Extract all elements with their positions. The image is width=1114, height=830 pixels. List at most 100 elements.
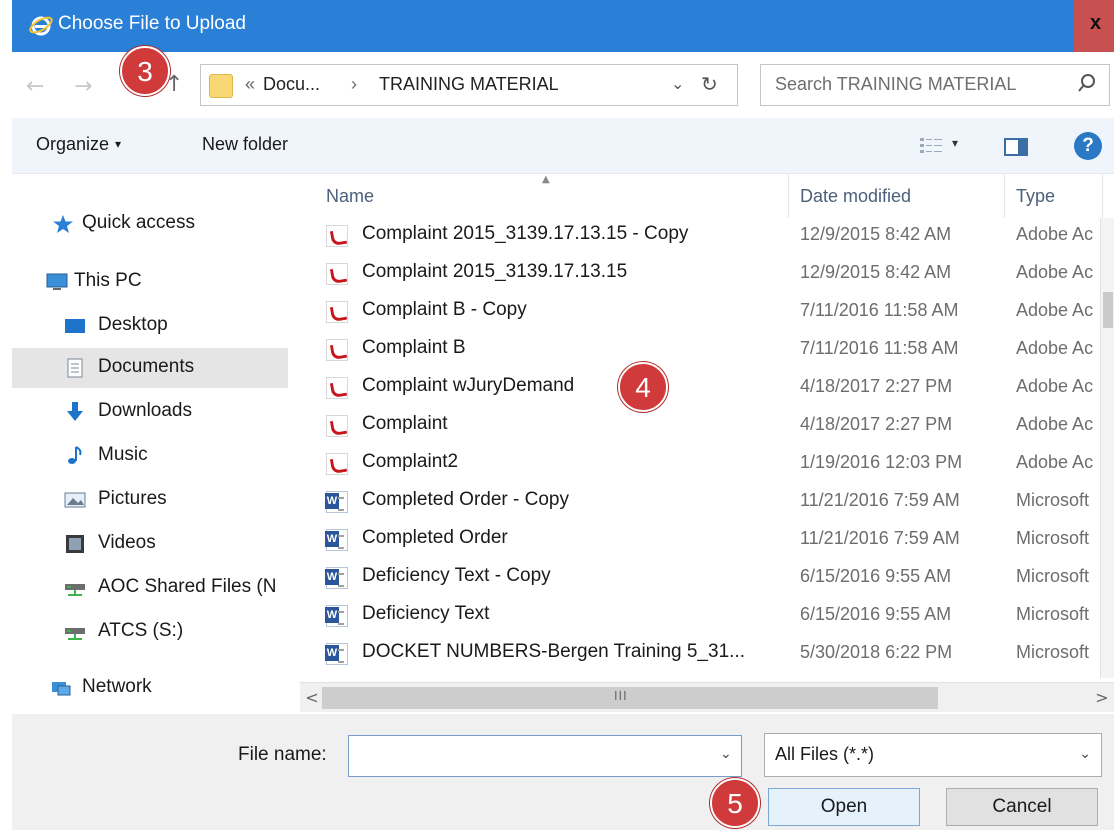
- nav-item-quick-access[interactable]: Quick access: [12, 204, 288, 244]
- nav-item-network[interactable]: Network: [12, 668, 288, 708]
- step-3-callout: 3: [120, 46, 170, 96]
- file-date: 4/18/2017 2:27 PM: [800, 414, 953, 434]
- nav-item-desktop[interactable]: Desktop: [12, 306, 288, 346]
- column-date-modified[interactable]: Date modified: [800, 186, 911, 207]
- column-divider[interactable]: [1004, 174, 1005, 218]
- file-date: 7/11/2016 11:58 AM: [800, 338, 959, 358]
- file-row[interactable]: Complaint2 1/19/2016 12:03 PM Adobe Ac: [292, 444, 1114, 482]
- file-name: Complaint wJuryDemand: [362, 375, 575, 396]
- file-date: 7/11/2016 11:58 AM: [800, 300, 959, 320]
- file-row[interactable]: Deficiency Text - Copy 6/15/2016 9:55 AM…: [292, 558, 1114, 596]
- pdf-file-icon: [326, 263, 348, 285]
- documents-icon: [67, 358, 83, 378]
- file-type-filter[interactable]: All Files (*.*) ⌄: [764, 733, 1102, 777]
- vertical-scrollbar[interactable]: [1100, 218, 1114, 678]
- cancel-button[interactable]: Cancel: [946, 788, 1098, 826]
- breadcrumb-documents[interactable]: Docu...: [263, 74, 320, 95]
- music-icon: [68, 446, 82, 464]
- file-type: Adobe Ac: [1016, 452, 1094, 472]
- vertical-scroll-thumb[interactable]: [1103, 292, 1113, 328]
- file-row[interactable]: Complaint B 7/11/2016 11:58 AM Adobe Ac: [292, 330, 1114, 368]
- scroll-left-button[interactable]: <: [302, 688, 322, 708]
- nav-label: Quick access: [82, 212, 195, 233]
- nav-item-videos[interactable]: Videos: [12, 524, 288, 564]
- file-row[interactable]: Complaint 2015_3139.17.13.15 12/9/2015 8…: [292, 254, 1114, 292]
- file-name-input[interactable]: [348, 735, 742, 777]
- address-bar[interactable]: « Docu... › TRAINING MATERIAL ⌄ ↻: [200, 64, 738, 106]
- column-divider[interactable]: [1102, 174, 1103, 218]
- internet-explorer-icon: [29, 16, 53, 36]
- forward-button[interactable]: →: [74, 74, 92, 99]
- organize-label: Organize: [36, 134, 110, 154]
- search-placeholder: Search TRAINING MATERIAL: [775, 74, 1017, 94]
- address-dropdown-icon[interactable]: ⌄: [671, 74, 684, 93]
- file-row[interactable]: Completed Order 11/21/2016 7:59 AM Micro…: [292, 520, 1114, 558]
- network-drive-icon: [65, 628, 85, 640]
- nav-label: Desktop: [98, 314, 168, 335]
- nav-label: ATCS (S:): [98, 620, 184, 641]
- open-button[interactable]: Open: [768, 788, 920, 826]
- nav-item-music[interactable]: Music: [12, 436, 288, 476]
- file-row[interactable]: Complaint 4/18/2017 2:27 PM Adobe Ac: [292, 406, 1114, 444]
- new-folder-button[interactable]: New folder: [202, 134, 288, 155]
- file-name: Completed Order - Copy: [362, 489, 569, 510]
- file-name-dropdown-icon[interactable]: ⌄: [720, 746, 732, 762]
- horizontal-scrollbar[interactable]: < III >: [300, 682, 1114, 712]
- nav-label: Documents: [98, 356, 195, 377]
- file-type: Microsoft: [1016, 604, 1090, 624]
- back-button[interactable]: ←: [26, 74, 44, 99]
- dialog-footer: File name: ⌄ All Files (*.*) ⌄ Open Canc…: [12, 714, 1114, 830]
- file-row[interactable]: Completed Order - Copy 11/21/2016 7:59 A…: [292, 482, 1114, 520]
- nav-item-pictures[interactable]: Pictures: [12, 480, 288, 520]
- file-name: Complaint 2015_3139.17.13.15: [362, 261, 628, 282]
- nav-item-atcs[interactable]: ATCS (S:): [12, 612, 288, 652]
- file-row[interactable]: Complaint 2015_3139.17.13.15 - Copy 12/9…: [292, 216, 1114, 254]
- breadcrumb-prefix[interactable]: «: [245, 74, 255, 95]
- organize-menu[interactable]: Organize ▾: [36, 134, 121, 155]
- file-type: Adobe Ac: [1016, 376, 1094, 396]
- search-icon[interactable]: [1077, 72, 1097, 94]
- nav-label: This PC: [74, 270, 142, 291]
- command-toolbar: Organize ▾ New folder ▾ ?: [12, 118, 1114, 174]
- column-divider[interactable]: [788, 174, 789, 218]
- file-name: DOCKET NUMBERS-Bergen Training 5_31...: [362, 641, 745, 662]
- pdf-file-icon: [326, 453, 348, 475]
- view-options-icon[interactable]: [920, 137, 944, 155]
- step-4-callout: 4: [618, 362, 668, 412]
- preview-pane-icon[interactable]: [1004, 138, 1028, 156]
- breadcrumb-training-material[interactable]: TRAINING MATERIAL: [379, 74, 559, 95]
- file-type: Microsoft: [1016, 566, 1090, 586]
- nav-label: Pictures: [98, 488, 167, 509]
- help-icon[interactable]: ?: [1074, 132, 1102, 160]
- file-date: 6/15/2016 9:55 AM: [800, 566, 952, 586]
- word-file-icon: [325, 491, 348, 513]
- chevron-down-icon: ▾: [115, 137, 122, 151]
- nav-item-aoc-shared-files[interactable]: AOC Shared Files (N: [12, 568, 288, 608]
- file-date: 12/9/2015 8:42 AM: [800, 262, 952, 282]
- file-row[interactable]: DOCKET NUMBERS-Bergen Training 5_31... 5…: [292, 634, 1114, 672]
- file-type: Adobe Ac: [1016, 414, 1094, 434]
- nav-label: Videos: [98, 532, 156, 553]
- nav-label: Network: [82, 676, 152, 697]
- nav-item-documents[interactable]: Documents: [12, 348, 288, 388]
- pdf-file-icon: [326, 225, 348, 247]
- file-row[interactable]: Deficiency Text 6/15/2016 9:55 AM Micros…: [292, 596, 1114, 634]
- file-name: Complaint: [362, 413, 448, 434]
- desktop-icon: [65, 319, 85, 333]
- nav-item-downloads[interactable]: Downloads: [12, 392, 288, 432]
- file-row[interactable]: Complaint B - Copy 7/11/2016 11:58 AM Ad…: [292, 292, 1114, 330]
- view-dropdown-icon[interactable]: ▾: [952, 136, 958, 150]
- file-row[interactable]: Complaint wJuryDemand 4/18/2017 2:27 PM …: [292, 368, 1114, 406]
- column-type[interactable]: Type: [1016, 186, 1055, 207]
- nav-item-this-pc[interactable]: This PC: [12, 262, 288, 302]
- scroll-right-button[interactable]: >: [1092, 688, 1112, 708]
- breadcrumb-separator[interactable]: ›: [351, 74, 357, 95]
- file-list: ▲ Name Date modified Type Complaint 2015…: [292, 174, 1114, 714]
- close-button[interactable]: x: [1074, 0, 1114, 52]
- search-input[interactable]: Search TRAINING MATERIAL: [760, 64, 1110, 106]
- horizontal-scroll-thumb[interactable]: III: [322, 687, 938, 709]
- file-type: Adobe Ac: [1016, 300, 1094, 320]
- pictures-icon: [64, 492, 86, 508]
- refresh-icon[interactable]: ↻: [701, 72, 718, 96]
- column-name[interactable]: Name: [326, 186, 374, 207]
